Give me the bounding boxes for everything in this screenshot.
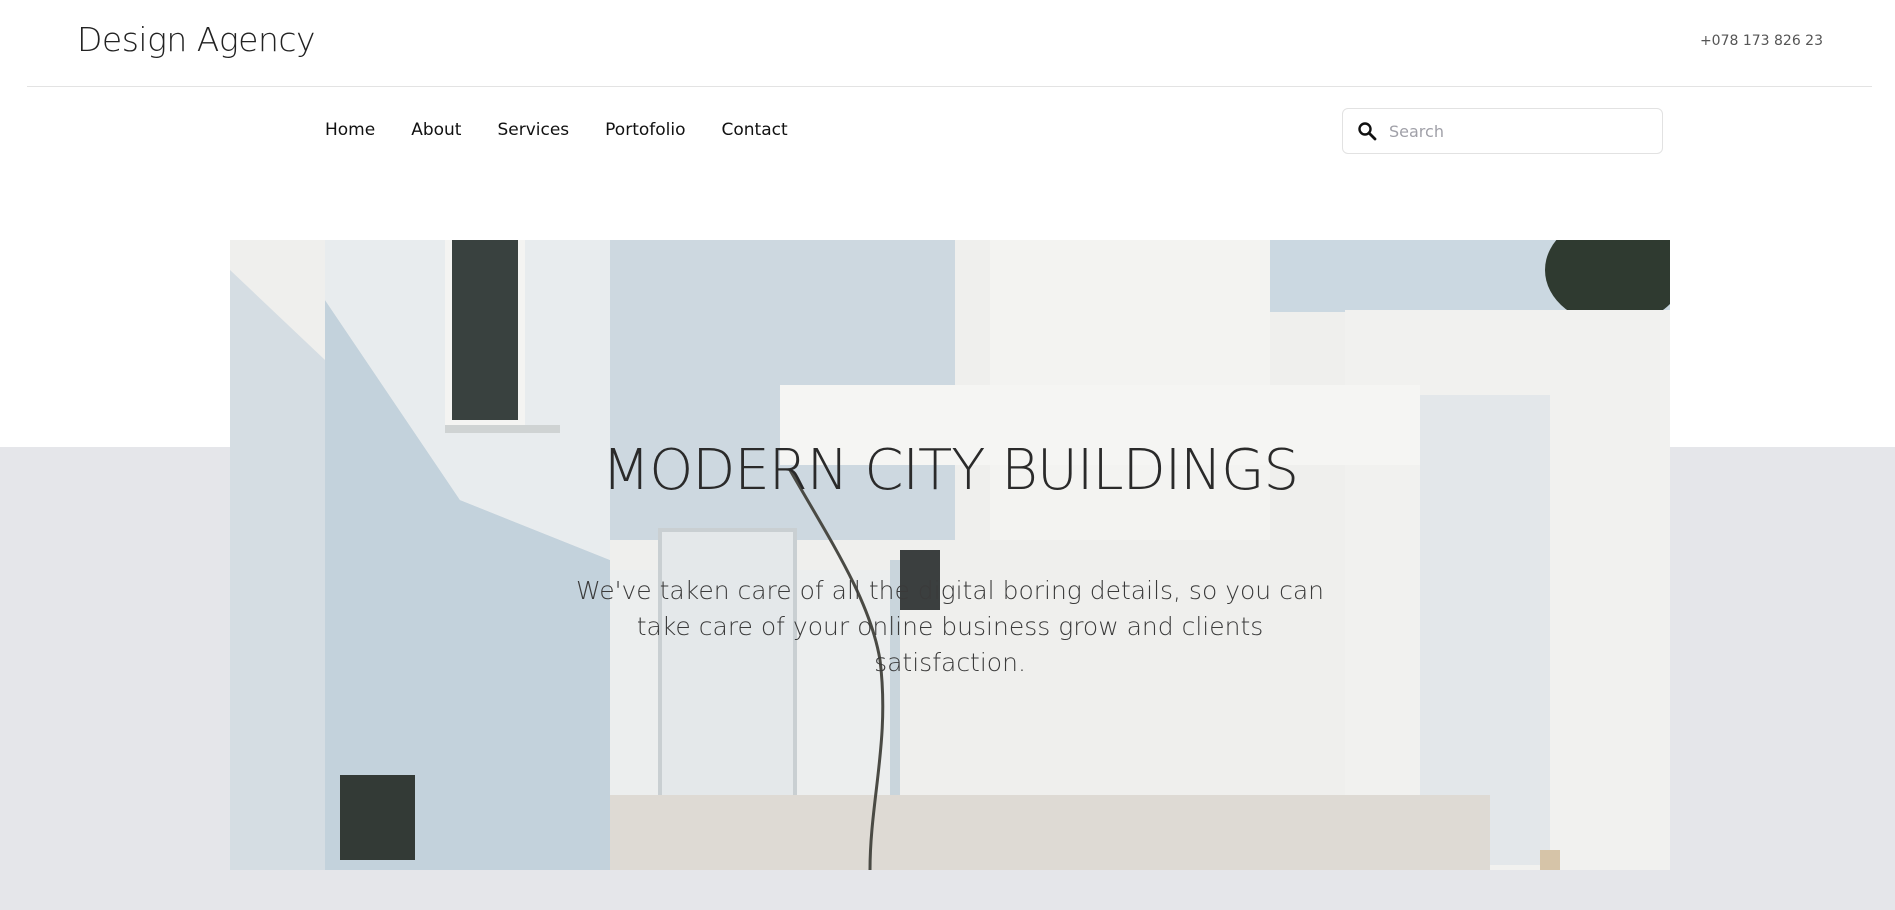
search-icon xyxy=(1358,122,1377,141)
nav-about[interactable]: About xyxy=(411,120,461,140)
brand-logo[interactable]: Design Agency xyxy=(77,20,316,59)
main-nav: Home About Services Portofolio Contact xyxy=(325,120,824,140)
header-divider xyxy=(27,86,1872,87)
search-input[interactable] xyxy=(1387,120,1641,142)
nav-home[interactable]: Home xyxy=(325,120,375,140)
phone-number: +078 173 826 23 xyxy=(1699,33,1823,49)
nav-services[interactable]: Services xyxy=(497,120,569,140)
hero-description: We've taken care of all the digital bori… xyxy=(575,576,1324,677)
hero-banner: MODERN CITY BUILDINGS We've taken care o… xyxy=(230,240,1670,870)
search-box[interactable] xyxy=(1342,108,1663,154)
nav-portofolio[interactable]: Portofolio xyxy=(605,120,685,140)
hero-title: MODERN CITY BUILDINGS xyxy=(601,437,1299,503)
hero-image xyxy=(230,240,1670,870)
nav-contact[interactable]: Contact xyxy=(722,120,788,140)
